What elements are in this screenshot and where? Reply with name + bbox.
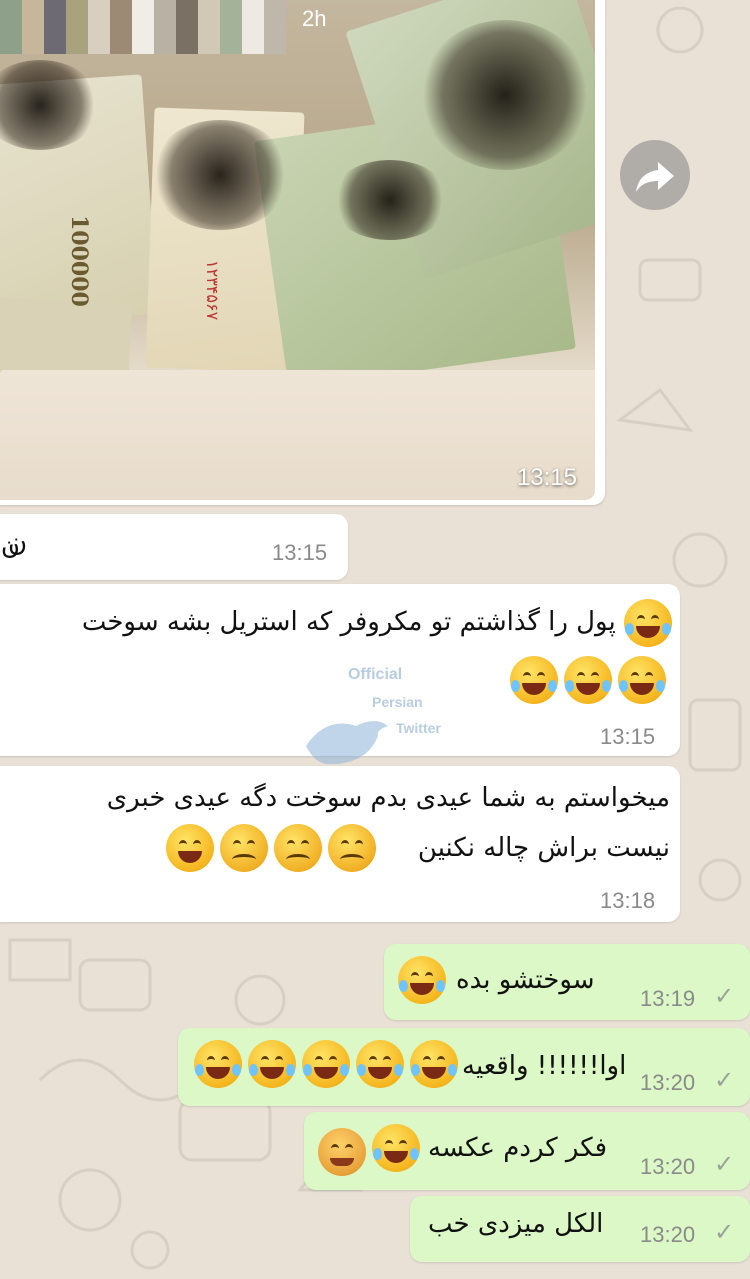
forward-button[interactable]	[620, 140, 690, 210]
banknote-serial: ۱۲۳۴۵۶۷	[203, 260, 222, 321]
message-text-line: نیست براش چاله نکنین	[417, 833, 670, 863]
weary-face-emoji-icon	[220, 824, 268, 872]
burn-mark	[150, 120, 290, 230]
message-text: اوا!!!!!! واقعیه	[462, 1051, 627, 1081]
laughing-rolling-emoji-icon	[624, 598, 672, 647]
emoji-row	[510, 656, 666, 704]
single-check-icon: ✓	[714, 982, 735, 1010]
paper-sheet	[0, 370, 595, 500]
emoji-row	[166, 824, 376, 872]
banknote-photo[interactable]: 100000 ۱۲۳۴۵۶۷ 2h 13:15	[0, 0, 595, 500]
tears-of-joy-emoji-icon	[194, 1040, 242, 1088]
bird-logo-icon	[306, 721, 388, 765]
single-check-icon: ✓	[714, 1066, 735, 1094]
message-text: سوختشو بده	[456, 965, 595, 995]
message-time: 13:19	[640, 986, 696, 1011]
tears-of-joy-emoji-icon	[302, 1040, 350, 1088]
photo-message-time: 13:15	[516, 464, 577, 491]
tears-of-joy-emoji-icon	[248, 1040, 296, 1088]
message-time: 13:18	[600, 888, 656, 913]
message-text-line: میخواستم به شما عیدی بدم سوخت دگه عیدی خ…	[106, 783, 670, 813]
message-text: فکر کردم عکسه	[428, 1133, 608, 1163]
emoji-row	[194, 1040, 458, 1088]
frowning-face-emoji-icon	[328, 824, 376, 872]
blurred-username	[0, 0, 300, 54]
single-check-icon: ✓	[714, 1150, 735, 1178]
single-check-icon: ✓	[714, 1218, 735, 1246]
burn-mark	[420, 20, 590, 170]
laughing-rolling-emoji-icon	[618, 656, 666, 704]
tears-of-joy-emoji-icon	[372, 1124, 420, 1172]
tears-of-joy-emoji-icon	[356, 1040, 404, 1088]
message-time: 13:20	[640, 1154, 696, 1179]
tears-of-joy-emoji-icon	[398, 956, 446, 1004]
message-text: الکل میزدی خب	[428, 1209, 604, 1239]
tears-of-joy-emoji-icon	[410, 1040, 458, 1088]
message-time: 13:20	[640, 1070, 696, 1095]
message-text: پول را گذاشتم تو مکروفر که استریل بشه سو…	[4, 598, 672, 647]
facepalm-emoji-icon	[318, 1128, 366, 1176]
message-time: 13:20	[640, 1222, 696, 1247]
story-age: 2h	[302, 6, 327, 31]
laughing-rolling-emoji-icon	[564, 656, 612, 704]
laughing-rolling-emoji-icon	[510, 656, 558, 704]
banknote-denomination: 100000	[66, 215, 92, 307]
message-time: 13:15	[272, 540, 328, 565]
message-text-visible: ن	[8, 528, 28, 558]
forward-share-icon	[636, 162, 674, 192]
message-time: 13:15	[600, 724, 656, 749]
weary-face-emoji-icon	[274, 824, 322, 872]
woozy-face-emoji-icon	[166, 824, 214, 872]
burn-mark	[330, 160, 450, 240]
